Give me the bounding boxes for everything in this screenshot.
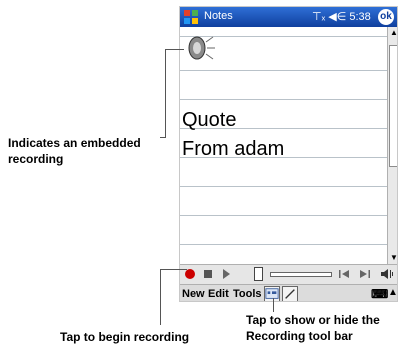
keyboard-icon[interactable]: ⌨ [371,287,388,301]
title-bar: Notes ⊤ₓ ◀∈ 5:38 ok [180,7,397,27]
callout-line-embedded-h [165,49,184,50]
vertical-scrollbar[interactable]: ▲ ▼ [387,27,397,264]
volume-icon[interactable] [380,267,394,281]
callout-line-begin-h [160,269,187,270]
recording-toggle-icon[interactable] [264,286,280,302]
annotation-begin-recording: Tap to begin recording [60,330,190,344]
callout-line-embedded-v [165,49,166,137]
position-slider-track[interactable] [270,272,332,277]
stop-icon[interactable] [201,267,215,281]
status-icons[interactable]: ⊤ₓ ◀∈ 5:38 [312,10,371,23]
annotation-toggle-toolbar: Tap to show or hide the Recording tool b… [246,313,380,343]
position-slider-thumb[interactable] [254,267,263,281]
recording-toolbar [180,264,397,284]
input-menu-arrow-icon[interactable]: ▲ [388,287,397,298]
note-text-line: Quote [182,109,237,131]
scroll-down-arrow-icon[interactable]: ▼ [389,252,397,264]
pen-icon[interactable] [282,286,298,302]
scroll-thumb[interactable] [389,45,397,167]
menu-bar: New Edit Tools ⌨ ▲ [180,284,397,302]
menu-edit[interactable]: Edit [208,288,229,300]
skip-forward-icon[interactable] [358,267,372,281]
note-canvas[interactable]: Quote From adam [180,27,387,264]
callout-line-toggle [273,298,274,312]
note-text-line: From adam [182,138,285,160]
callout-line-begin-v [160,269,161,325]
skip-back-icon[interactable] [337,267,351,281]
ok-button[interactable]: ok [378,9,394,25]
menu-new[interactable]: New [182,288,205,300]
pocket-pc-screen: Notes ⊤ₓ ◀∈ 5:38 ok Quote From adam ▲ ▼ … [179,6,398,302]
app-title: Notes [204,10,233,22]
menu-tools[interactable]: Tools [233,288,262,300]
speaker-recording-icon[interactable] [186,35,216,61]
annotation-embedded-recording: Indicates an embedded recording [8,136,141,166]
windows-start-icon[interactable] [183,9,199,25]
play-icon[interactable] [219,267,233,281]
scroll-up-arrow-icon[interactable]: ▲ [389,27,397,39]
